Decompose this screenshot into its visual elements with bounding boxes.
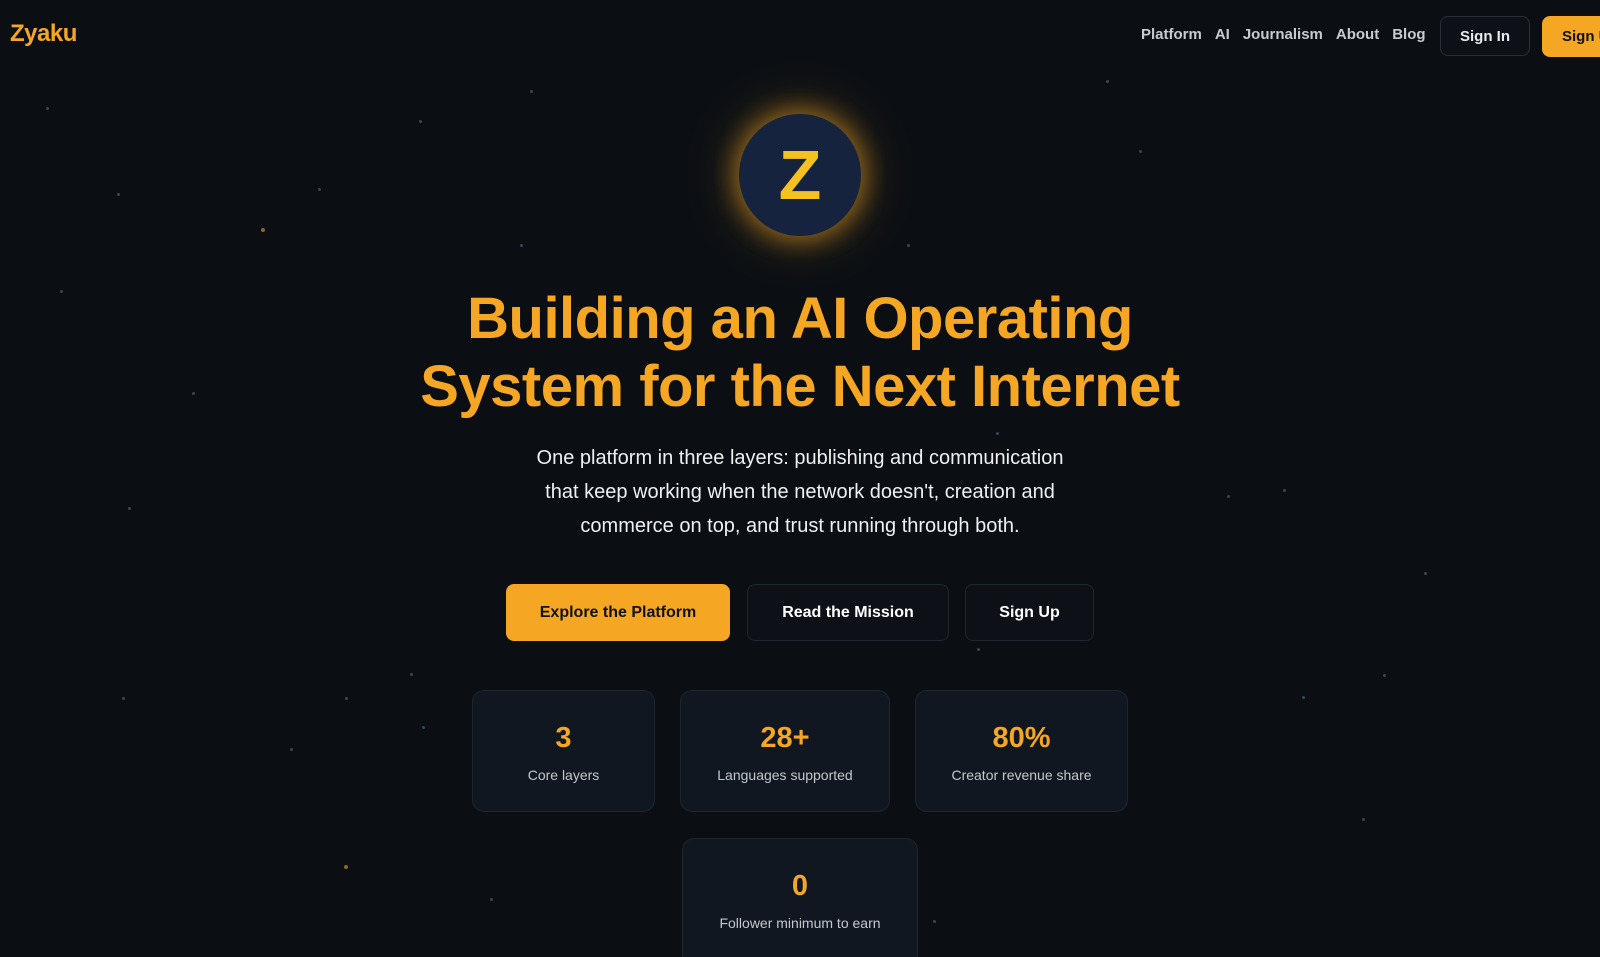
stat-value: 3	[555, 722, 572, 754]
nav-link-journalism[interactable]: Journalism	[1243, 26, 1323, 43]
stat-card-languages: 28+ Languages supported	[680, 690, 890, 812]
badge-letter: Z	[778, 136, 822, 214]
stat-card-revenue-share: 80% Creator revenue share	[915, 690, 1128, 812]
nav-link-blog[interactable]: Blog	[1392, 26, 1425, 43]
zyaku-badge-icon: Z	[739, 114, 861, 236]
hero-title: Building an AI Operating System for the …	[300, 285, 1300, 421]
stat-label: Creator revenue share	[951, 767, 1092, 783]
stat-label: Follower minimum to earn	[719, 915, 881, 931]
hero-title-line-1: Building an AI Operating	[467, 286, 1133, 351]
hero-subtitle: One platform in three layers: publishing…	[505, 441, 1095, 543]
read-mission-button[interactable]: Read the Mission	[747, 584, 949, 641]
stat-card-follower-minimum: 0 Follower minimum to earn	[682, 838, 918, 957]
brand-logo[interactable]: Zyaku	[10, 20, 77, 48]
main-nav: Platform AI Journalism About Blog	[1141, 26, 1426, 43]
stat-value: 28+	[760, 722, 810, 754]
sign-in-button[interactable]: Sign In	[1440, 16, 1530, 56]
hero-subtitle-line-3: commerce on top, and trust running throu…	[580, 515, 1020, 537]
hero-subtitle-line-1: One platform in three layers: publishing…	[536, 447, 1064, 469]
nav-link-about[interactable]: About	[1336, 26, 1379, 43]
nav-link-platform[interactable]: Platform	[1141, 26, 1202, 43]
cta-row: Explore the Platform Read the Mission Si…	[0, 584, 1600, 641]
stat-value: 0	[791, 870, 809, 902]
stat-card-core-layers: 3 Core layers	[472, 690, 655, 812]
sign-up-header-button[interactable]: Sign Up	[1542, 16, 1600, 57]
explore-platform-button[interactable]: Explore the Platform	[506, 584, 730, 641]
stat-label: Core layers	[527, 767, 600, 783]
top-header: Zyaku Platform AI Journalism About Blog …	[0, 0, 1600, 72]
hero-title-line-2: System for the Next Internet	[420, 354, 1180, 419]
nav-link-ai[interactable]: AI	[1215, 26, 1230, 43]
sign-up-button[interactable]: Sign Up	[965, 584, 1094, 641]
stat-label: Languages supported	[717, 767, 853, 783]
page: Zyaku Platform AI Journalism About Blog …	[0, 0, 1600, 957]
stat-value: 80%	[992, 722, 1051, 754]
hero-subtitle-line-2: that keep working when the network doesn…	[545, 481, 1055, 503]
